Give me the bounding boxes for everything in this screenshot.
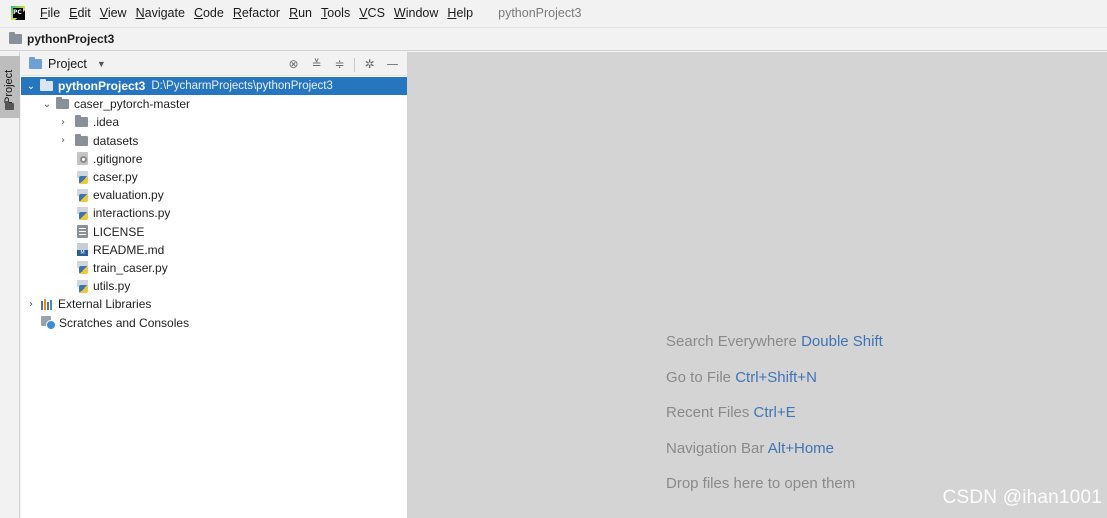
collapse-all-icon[interactable]: ≑ [331, 56, 348, 73]
folder-icon [75, 133, 88, 146]
tree-external-libraries[interactable]: › External Libraries [21, 295, 407, 313]
tree-file[interactable]: LICENSE [21, 223, 407, 241]
tree-file[interactable]: evaluation.py [21, 186, 407, 204]
menu-file[interactable]: File [40, 6, 60, 20]
chevron-down-icon[interactable]: ⌄ [41, 99, 53, 110]
tree-folder-label: datasets [93, 133, 139, 148]
tree-file[interactable]: interactions.py [21, 204, 407, 222]
menu-vcs[interactable]: VCS [359, 6, 385, 20]
watermark: CSDN @ihan1001 [942, 487, 1102, 508]
tree-external-libraries-label: External Libraries [58, 297, 152, 312]
menu-navigate[interactable]: Navigate [136, 6, 185, 20]
tree-scratches-label: Scratches and Consoles [59, 315, 190, 330]
menu-refactor[interactable]: Refactor [233, 6, 280, 20]
hint-shortcut: Ctrl+E [753, 404, 796, 421]
python-file-icon [77, 188, 88, 202]
tree-root-path: D:\PycharmProjects\pythonProject3 [151, 80, 333, 93]
tree-file-label: interactions.py [93, 206, 171, 221]
gear-icon[interactable]: ✲ [361, 56, 378, 73]
folder-icon [5, 101, 14, 110]
tree-file-label: utils.py [93, 279, 131, 294]
pycharm-logo-icon [11, 6, 25, 20]
hint-text: Drop files here to open them [666, 475, 856, 492]
markdown-file-icon [77, 243, 88, 257]
tree-file-label: LICENSE [93, 224, 145, 239]
tree-file[interactable]: .gitignore [21, 150, 407, 168]
menu-help[interactable]: Help [447, 6, 473, 20]
hint-text: Search Everywhere [666, 333, 797, 350]
navigation-bar: pythonProject3 [0, 27, 1107, 51]
chevron-down-icon[interactable]: ▼ [97, 59, 106, 69]
folder-icon [56, 97, 69, 110]
tree-file-label: evaluation.py [93, 188, 164, 203]
menu-window[interactable]: Window [394, 6, 438, 20]
tree-file[interactable]: caser.py [21, 168, 407, 186]
folder-icon [75, 115, 88, 128]
hint-shortcut: Alt+Home [767, 440, 835, 457]
python-file-icon [77, 279, 88, 293]
project-panel-toolbar: ⊗ ≚ ≑ ✲ — [279, 56, 401, 73]
hint-shortcut: Ctrl+Shift+N [735, 369, 817, 386]
folder-icon [40, 79, 53, 92]
tree-file-label: .gitignore [93, 151, 143, 166]
python-file-icon [77, 206, 88, 220]
python-file-icon [77, 261, 88, 275]
toolbar-divider [354, 57, 355, 72]
hint-text: Go to File [666, 369, 732, 386]
chevron-down-icon[interactable]: ⌄ [25, 81, 37, 92]
hint-text: Navigation Bar [666, 440, 765, 457]
gitignore-icon [77, 152, 88, 166]
hint-drop-files: Drop files here to open them [666, 475, 855, 492]
tree-file-label: README.md [93, 242, 165, 257]
menu-edit[interactable]: Edit [69, 6, 91, 20]
locate-icon[interactable]: ⊗ [285, 56, 302, 73]
tree-file-label: train_caser.py [93, 260, 168, 275]
hint-text: Recent Files [666, 404, 750, 421]
tree-folder-label: .idea [93, 115, 120, 130]
library-icon [41, 298, 54, 310]
tree-scratches[interactable]: Scratches and Consoles [21, 313, 407, 331]
editor-empty-area[interactable]: Search Everywhere Double Shift Go to Fil… [408, 52, 1107, 518]
text-file-icon [77, 225, 88, 239]
expand-all-icon[interactable]: ≚ [308, 56, 325, 73]
menu-bar: File Edit View Navigate Code Refactor Ru… [0, 0, 1107, 26]
chevron-right-icon[interactable]: › [25, 299, 37, 310]
project-tool-tab[interactable]: Project [0, 56, 20, 118]
hint-navigation-bar: Navigation Bar Alt+Home [666, 440, 834, 457]
hint-recent-files: Recent Files Ctrl+E [666, 404, 796, 421]
project-view-selector[interactable]: Project [48, 57, 87, 71]
tree-folder-datasets[interactable]: › datasets [21, 132, 407, 150]
breadcrumb-project[interactable]: pythonProject3 [27, 32, 114, 46]
tree-folder-label: caser_pytorch-master [74, 97, 191, 112]
tree-file[interactable]: train_caser.py [21, 259, 407, 277]
python-file-icon [77, 170, 88, 184]
chevron-right-icon[interactable]: › [57, 135, 69, 146]
hint-shortcut: Double Shift [801, 333, 883, 350]
scratches-icon [41, 316, 56, 331]
folder-icon [9, 32, 22, 44]
hide-icon[interactable]: — [384, 56, 401, 73]
tree-file-label: caser.py [93, 170, 138, 185]
hint-search-everywhere: Search Everywhere Double Shift [666, 333, 883, 350]
tree-file[interactable]: utils.py [21, 277, 407, 295]
menu-code[interactable]: Code [194, 6, 224, 20]
tree-root-label: pythonProject3 [58, 79, 146, 94]
menu-tools[interactable]: Tools [321, 6, 350, 20]
menu-view[interactable]: View [100, 6, 127, 20]
project-view-icon [29, 56, 42, 69]
tree-file[interactable]: README.md [21, 241, 407, 259]
project-panel: Project ▼ ⊗ ≚ ≑ ✲ — ⌄ pythonProject3 D:\… [21, 52, 408, 518]
tree-root-pythonproject3[interactable]: ⌄ pythonProject3 D:\PycharmProjects\pyth… [21, 77, 407, 96]
menu-run[interactable]: Run [289, 6, 312, 20]
tree-folder-caser[interactable]: ⌄ caser_pytorch-master [21, 95, 407, 113]
project-panel-header: Project ▼ ⊗ ≚ ≑ ✲ — [21, 52, 407, 76]
chevron-right-icon[interactable]: › [57, 117, 69, 128]
tool-window-strip: Project [0, 52, 20, 518]
project-tool-tab-label: Project [3, 69, 15, 104]
project-tree: ⌄ pythonProject3 D:\PycharmProjects\pyth… [21, 76, 407, 332]
hint-go-to-file: Go to File Ctrl+Shift+N [666, 369, 817, 386]
tree-folder-idea[interactable]: › .idea [21, 113, 407, 131]
window-title: pythonProject3 [498, 6, 582, 20]
